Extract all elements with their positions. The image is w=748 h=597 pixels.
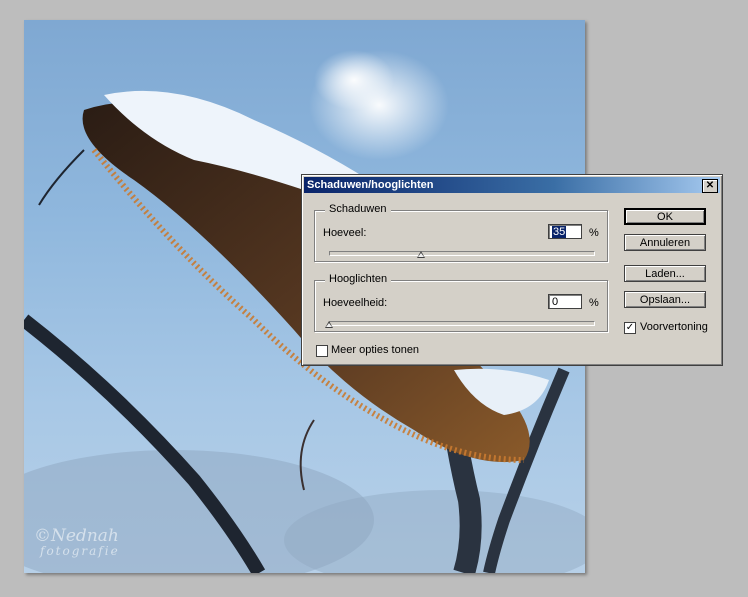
save-button[interactable]: Opslaan... (624, 291, 706, 308)
cancel-button[interactable]: Annuleren (624, 234, 706, 251)
dialog-title: Schaduwen/hooglichten (307, 179, 434, 191)
more-options-checkbox[interactable] (316, 345, 328, 357)
highlights-amount-label: Hoeveelheid: (323, 297, 388, 309)
shadows-amount-input[interactable]: 35 (548, 224, 582, 239)
watermark-line2: fotografie (40, 544, 120, 558)
preview-checkbox[interactable]: ✓ (624, 322, 636, 334)
highlights-group: Hooglichten Hoeveelheid: 0 % (314, 273, 608, 332)
highlights-amount-value: 0 (552, 296, 559, 308)
more-options-label[interactable]: Meer opties tonen (331, 344, 419, 356)
dialog-titlebar[interactable]: Schaduwen/hooglichten ✕ (304, 177, 720, 193)
shadows-slider-thumb[interactable] (417, 251, 426, 258)
shadows-amount-label: Hoeveel: (323, 227, 367, 239)
ok-button[interactable]: OK (624, 208, 706, 225)
close-icon[interactable]: ✕ (702, 179, 718, 193)
shadows-legend: Schaduwen (325, 203, 391, 215)
highlights-slider-track[interactable] (329, 321, 595, 326)
shadows-amount-value: 35 (552, 226, 567, 238)
highlights-amount-input[interactable]: 0 (548, 294, 582, 309)
shadows-percent-sign: % (589, 227, 599, 239)
highlights-legend: Hooglichten (325, 273, 392, 285)
shadows-highlights-dialog: Schaduwen/hooglichten ✕ Schaduwen Hoevee… (301, 174, 723, 366)
highlights-slider-thumb[interactable] (325, 321, 333, 328)
load-button[interactable]: Laden... (624, 265, 706, 282)
shadows-slider-track[interactable] (329, 251, 595, 256)
watermark-line1: ©Nednah (34, 526, 119, 546)
shadows-group: Schaduwen Hoeveel: 35 % (314, 203, 608, 262)
highlights-percent-sign: % (589, 297, 599, 309)
watermark: ©Nednah fotografie (34, 526, 120, 558)
preview-label[interactable]: Voorvertoning (640, 321, 708, 333)
